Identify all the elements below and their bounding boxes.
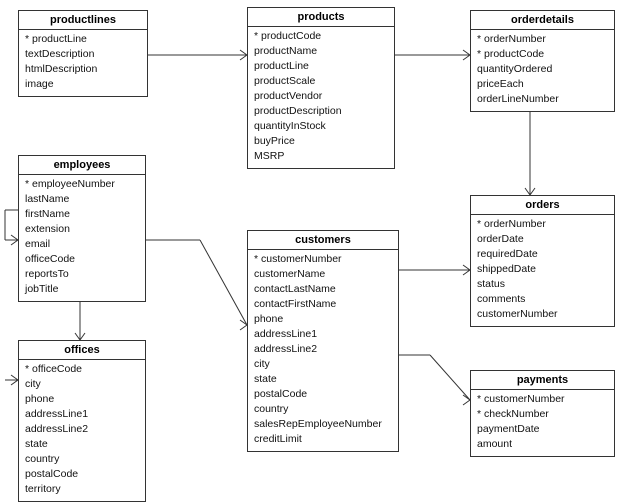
field-country-cust: country — [254, 402, 392, 417]
field-comments: comments — [477, 292, 608, 307]
field-productscale: productScale — [254, 74, 388, 89]
field-orderlinenumber: orderLineNumber — [477, 92, 608, 107]
field-productdesc: productDescription — [254, 104, 388, 119]
entity-customers: customers * customerNumber customerName … — [247, 230, 399, 452]
field-phone-cust: phone — [254, 312, 392, 327]
field-customernumber-o: customerNumber — [477, 307, 608, 322]
field-image: image — [25, 77, 141, 92]
entity-productlines: productlines * productLine textDescripti… — [18, 10, 148, 97]
field-addr2-cust: addressLine2 — [254, 342, 392, 357]
entity-body-employees: * employeeNumber lastName firstName exte… — [19, 175, 145, 301]
field-msrp: MSRP — [254, 149, 388, 164]
field-qtyinstock: quantityInStock — [254, 119, 388, 134]
field-state-off: state — [25, 437, 139, 452]
field-phone-off: phone — [25, 392, 139, 407]
entity-header-employees: employees — [19, 156, 145, 175]
entity-header-productlines: productlines — [19, 11, 147, 30]
entity-body-products: * productCode productName productLine pr… — [248, 27, 394, 168]
entity-header-payments: payments — [471, 371, 614, 390]
field-creditlimit: creditLimit — [254, 432, 392, 447]
field-priceeach: priceEach — [477, 77, 608, 92]
entity-header-orders: orders — [471, 196, 614, 215]
field-productname: productName — [254, 44, 388, 59]
field-jobtitle: jobTitle — [25, 282, 139, 297]
field-territory: territory — [25, 482, 139, 497]
field-addr1-off: addressLine1 — [25, 407, 139, 422]
entity-header-customers: customers — [248, 231, 398, 250]
field-postal-off: postalCode — [25, 467, 139, 482]
field-productcode-od: * productCode — [477, 47, 608, 62]
field-requireddate: requiredDate — [477, 247, 608, 262]
field-extension: extension — [25, 222, 139, 237]
field-city-off: city — [25, 377, 139, 392]
field-buyprice: buyPrice — [254, 134, 388, 149]
field-productline: * productLine — [25, 32, 141, 47]
field-officecode: * officeCode — [25, 362, 139, 377]
field-htmldesc: htmlDescription — [25, 62, 141, 77]
field-officecode-emp: officeCode — [25, 252, 139, 267]
erd-diagram: productlines * productLine textDescripti… — [0, 0, 626, 500]
entity-body-productlines: * productLine textDescription htmlDescri… — [19, 30, 147, 96]
field-textdesc: textDescription — [25, 47, 141, 62]
field-addr2-off: addressLine2 — [25, 422, 139, 437]
entity-body-offices: * officeCode city phone addressLine1 add… — [19, 360, 145, 501]
field-customername: customerName — [254, 267, 392, 282]
entity-body-customers: * customerNumber customerName contactLas… — [248, 250, 398, 451]
entity-body-orderdetails: * orderNumber * productCode quantityOrde… — [471, 30, 614, 111]
field-salesrep: salesRepEmployeeNumber — [254, 417, 392, 432]
entity-header-orderdetails: orderdetails — [471, 11, 614, 30]
entity-products: products * productCode productName produ… — [247, 7, 395, 169]
field-firstname: firstName — [25, 207, 139, 222]
field-state-cust: state — [254, 372, 392, 387]
field-productcode: * productCode — [254, 29, 388, 44]
field-amount: amount — [477, 437, 608, 452]
field-status: status — [477, 277, 608, 292]
field-customernumber: * customerNumber — [254, 252, 392, 267]
field-contactlast: contactLastName — [254, 282, 392, 297]
field-reportsto: reportsTo — [25, 267, 139, 282]
field-orderdate: orderDate — [477, 232, 608, 247]
field-email: email — [25, 237, 139, 252]
entity-payments: payments * customerNumber * checkNumber … — [470, 370, 615, 457]
entity-body-payments: * customerNumber * checkNumber paymentDa… — [471, 390, 614, 456]
field-shippeddate: shippedDate — [477, 262, 608, 277]
entity-offices: offices * officeCode city phone addressL… — [18, 340, 146, 502]
field-addr1-cust: addressLine1 — [254, 327, 392, 342]
field-postal-cust: postalCode — [254, 387, 392, 402]
entity-header-products: products — [248, 8, 394, 27]
field-city-cust: city — [254, 357, 392, 372]
field-qtyordered: quantityOrdered — [477, 62, 608, 77]
field-productvendor: productVendor — [254, 89, 388, 104]
field-ordernumber-o: * orderNumber — [477, 217, 608, 232]
field-lastname: lastName — [25, 192, 139, 207]
entity-employees: employees * employeeNumber lastName firs… — [18, 155, 146, 302]
entity-orders: orders * orderNumber orderDate requiredD… — [470, 195, 615, 327]
field-paymentdate: paymentDate — [477, 422, 608, 437]
field-contactfirst: contactFirstName — [254, 297, 392, 312]
field-productline: productLine — [254, 59, 388, 74]
field-country-off: country — [25, 452, 139, 467]
entity-orderdetails: orderdetails * orderNumber * productCode… — [470, 10, 615, 112]
entity-body-orders: * orderNumber orderDate requiredDate shi… — [471, 215, 614, 326]
field-checknumber: * checkNumber — [477, 407, 608, 422]
entity-header-offices: offices — [19, 341, 145, 360]
field-customernumber-p: * customerNumber — [477, 392, 608, 407]
field-employeenumber: * employeeNumber — [25, 177, 139, 192]
field-ordernumber-od: * orderNumber — [477, 32, 608, 47]
